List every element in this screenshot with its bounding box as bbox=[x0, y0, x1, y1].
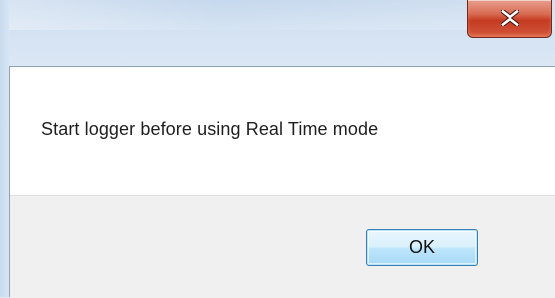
dialog-button-bar: OK bbox=[10, 195, 555, 298]
ok-button-label: OK bbox=[408, 237, 435, 257]
dialog-client-area: Start logger before using Real Time mode… bbox=[9, 66, 555, 298]
close-button[interactable] bbox=[467, 0, 552, 38]
ok-button[interactable]: OK bbox=[366, 229, 478, 266]
close-icon bbox=[500, 9, 519, 26]
dialog-message: Start logger before using Real Time mode bbox=[41, 119, 379, 139]
window-frame-left-edge bbox=[0, 0, 9, 297]
